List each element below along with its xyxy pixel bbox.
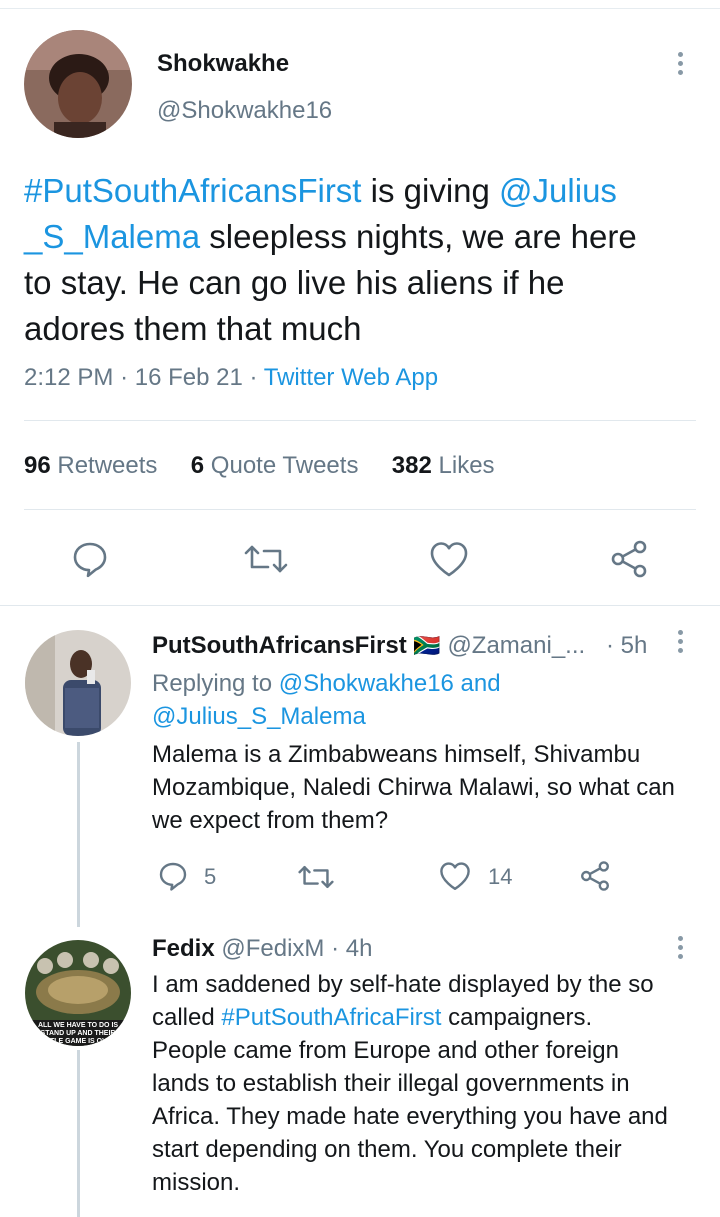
like-icon[interactable] <box>428 539 470 584</box>
reply-display-name[interactable]: Fedix <box>152 935 215 962</box>
tweet-line-4: adores them that much <box>24 310 362 347</box>
divider <box>0 605 720 606</box>
author-avatar[interactable] <box>24 30 132 138</box>
more-options-icon[interactable] <box>676 936 684 959</box>
reply-body: Malema is a Zimbabweans himself, Shivamb… <box>152 741 675 834</box>
likes-stat[interactable]: 382 Likes <box>392 452 495 479</box>
tweet-meta: 2:12 PM · 16 Feb 21 · Twitter Web App <box>24 364 438 392</box>
like-icon[interactable] <box>438 860 472 897</box>
reply-handle[interactable]: @FedixM <box>221 935 324 962</box>
quotes-stat[interactable]: 6 Quote Tweets <box>191 452 359 479</box>
reply-display-name[interactable]: PutSouthAfricansFirst <box>152 632 407 659</box>
hashtag-link[interactable]: #PutSouthAfricansFirst <box>24 172 361 209</box>
reply-time: · 4h <box>331 935 373 962</box>
retweet-icon[interactable] <box>298 862 334 897</box>
mention-link[interactable]: @Julius_S_Malema <box>152 703 366 730</box>
flag-icon: 🇿🇦 <box>413 633 441 658</box>
retweet-icon[interactable] <box>244 541 288 582</box>
tweet-line-2: _S_Malema sleepless nights, we are here <box>24 218 637 255</box>
mention-link[interactable]: _S_Malema <box>24 218 200 255</box>
tweet-source-link[interactable]: Twitter Web App <box>264 364 438 391</box>
author-display-name[interactable]: Shokwakhe <box>157 50 289 78</box>
divider <box>24 420 696 421</box>
reply-avatar[interactable] <box>25 630 131 736</box>
tweet-stats: 96 Retweets 6 Quote Tweets 382 Likes <box>24 452 495 480</box>
reply-body: I am saddened by self-hate displayed by … <box>152 971 668 1196</box>
more-options-icon[interactable] <box>676 52 684 75</box>
reply-handle[interactable]: @Zamani_... <box>447 632 585 659</box>
reply-icon[interactable] <box>70 539 110 584</box>
tweet-line-3: to stay. He can go live his aliens if he <box>24 264 565 301</box>
author-handle[interactable]: @Shokwakhe16 <box>157 97 332 125</box>
like-count: 14 <box>488 864 513 889</box>
reply-header: PutSouthAfricansFirst 🇿🇦 @Zamani_... <box>152 632 585 660</box>
thread-line <box>77 742 80 927</box>
retweets-stat[interactable]: 96 Retweets <box>24 452 157 479</box>
meta-separator: · <box>120 364 129 391</box>
share-icon[interactable] <box>578 860 612 897</box>
hashtag-link[interactable]: #PutSouthAfricaFirst <box>221 1004 441 1031</box>
more-options-icon[interactable] <box>676 630 684 653</box>
share-icon[interactable] <box>608 539 650 584</box>
reply-time: · 5h <box>606 632 648 659</box>
meta-separator: · <box>249 364 258 391</box>
tweet-date: 16 Feb 21 <box>134 364 243 391</box>
divider <box>24 509 696 510</box>
tweet-line-1: #PutSouthAfricansFirst is giving @Julius <box>24 172 617 209</box>
replying-to: Replying to @Shokwakhe16 and @Julius_S_M… <box>152 670 501 730</box>
reply-count: 5 <box>204 864 217 889</box>
reply-header: Fedix @FedixM · 4h <box>152 935 372 963</box>
avatar-caption: ALL WE HAVE TO DO IS STAND UP AND THEIR … <box>37 1022 119 1045</box>
thread-line <box>77 1050 80 1217</box>
reply-avatar[interactable]: ALL WE HAVE TO DO IS STAND UP AND THEIR … <box>25 940 131 1046</box>
mention-link[interactable]: @Julius <box>499 172 617 209</box>
tweet-body: #PutSouthAfricansFirst is giving @Julius… <box>24 168 714 352</box>
mention-link[interactable]: @Shokwakhe16 <box>279 670 454 697</box>
tweet-time: 2:12 PM <box>24 364 114 391</box>
top-border <box>0 8 720 9</box>
reply-icon[interactable] <box>157 860 189 897</box>
